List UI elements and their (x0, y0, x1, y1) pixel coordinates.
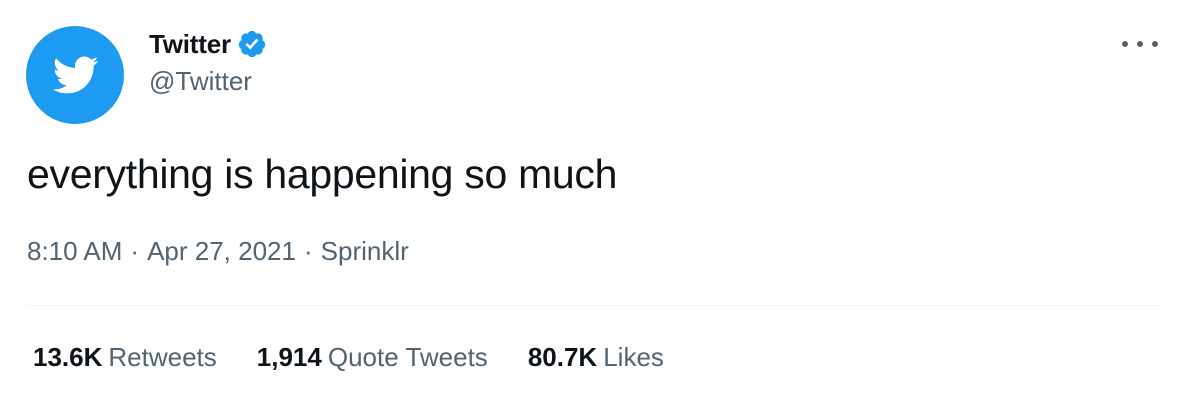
avatar[interactable] (26, 26, 124, 124)
verified-badge-icon (238, 30, 266, 58)
tweet-time[interactable]: 8:10 AM (27, 236, 122, 266)
twitter-bird-icon (52, 56, 99, 94)
retweets-count: 13.6K (33, 342, 103, 372)
quote-tweets-label: Quote Tweets (327, 342, 488, 372)
tweet-date[interactable]: Apr 27, 2021 (147, 236, 296, 266)
meta-separator: · (303, 236, 313, 266)
tweet-text: everything is happening so much (27, 151, 618, 197)
author-name-row: Twitter (149, 27, 267, 61)
more-dot-icon (1152, 41, 1158, 47)
more-dot-icon (1122, 41, 1128, 47)
likes-label: Likes (603, 342, 664, 372)
quote-tweets-stat[interactable]: 1,914 Quote Tweets (257, 342, 488, 373)
tweet-source[interactable]: Sprinklr (321, 236, 409, 266)
divider (27, 305, 1160, 306)
likes-stat[interactable]: 80.7K Likes (528, 342, 664, 373)
likes-count: 80.7K (527, 342, 598, 372)
tweet-meta: 8:10 AM · Apr 27, 2021 · Sprinklr (27, 236, 409, 267)
author-handle[interactable]: @Twitter (149, 66, 252, 97)
tweet-card: Twitter @Twitter everything is happening… (0, 0, 1180, 406)
retweets-stat[interactable]: 13.6K Retweets (33, 342, 217, 373)
more-dot-icon (1137, 41, 1143, 47)
more-options-button[interactable] (1122, 30, 1158, 58)
meta-separator: · (130, 236, 140, 266)
author-display-name[interactable]: Twitter (149, 29, 231, 60)
quote-tweets-count: 1,914 (256, 342, 322, 372)
tweet-stats: 13.6K Retweets 1,914 Quote Tweets 80.7K Lik… (33, 342, 704, 373)
retweets-label: Retweets (108, 342, 217, 372)
